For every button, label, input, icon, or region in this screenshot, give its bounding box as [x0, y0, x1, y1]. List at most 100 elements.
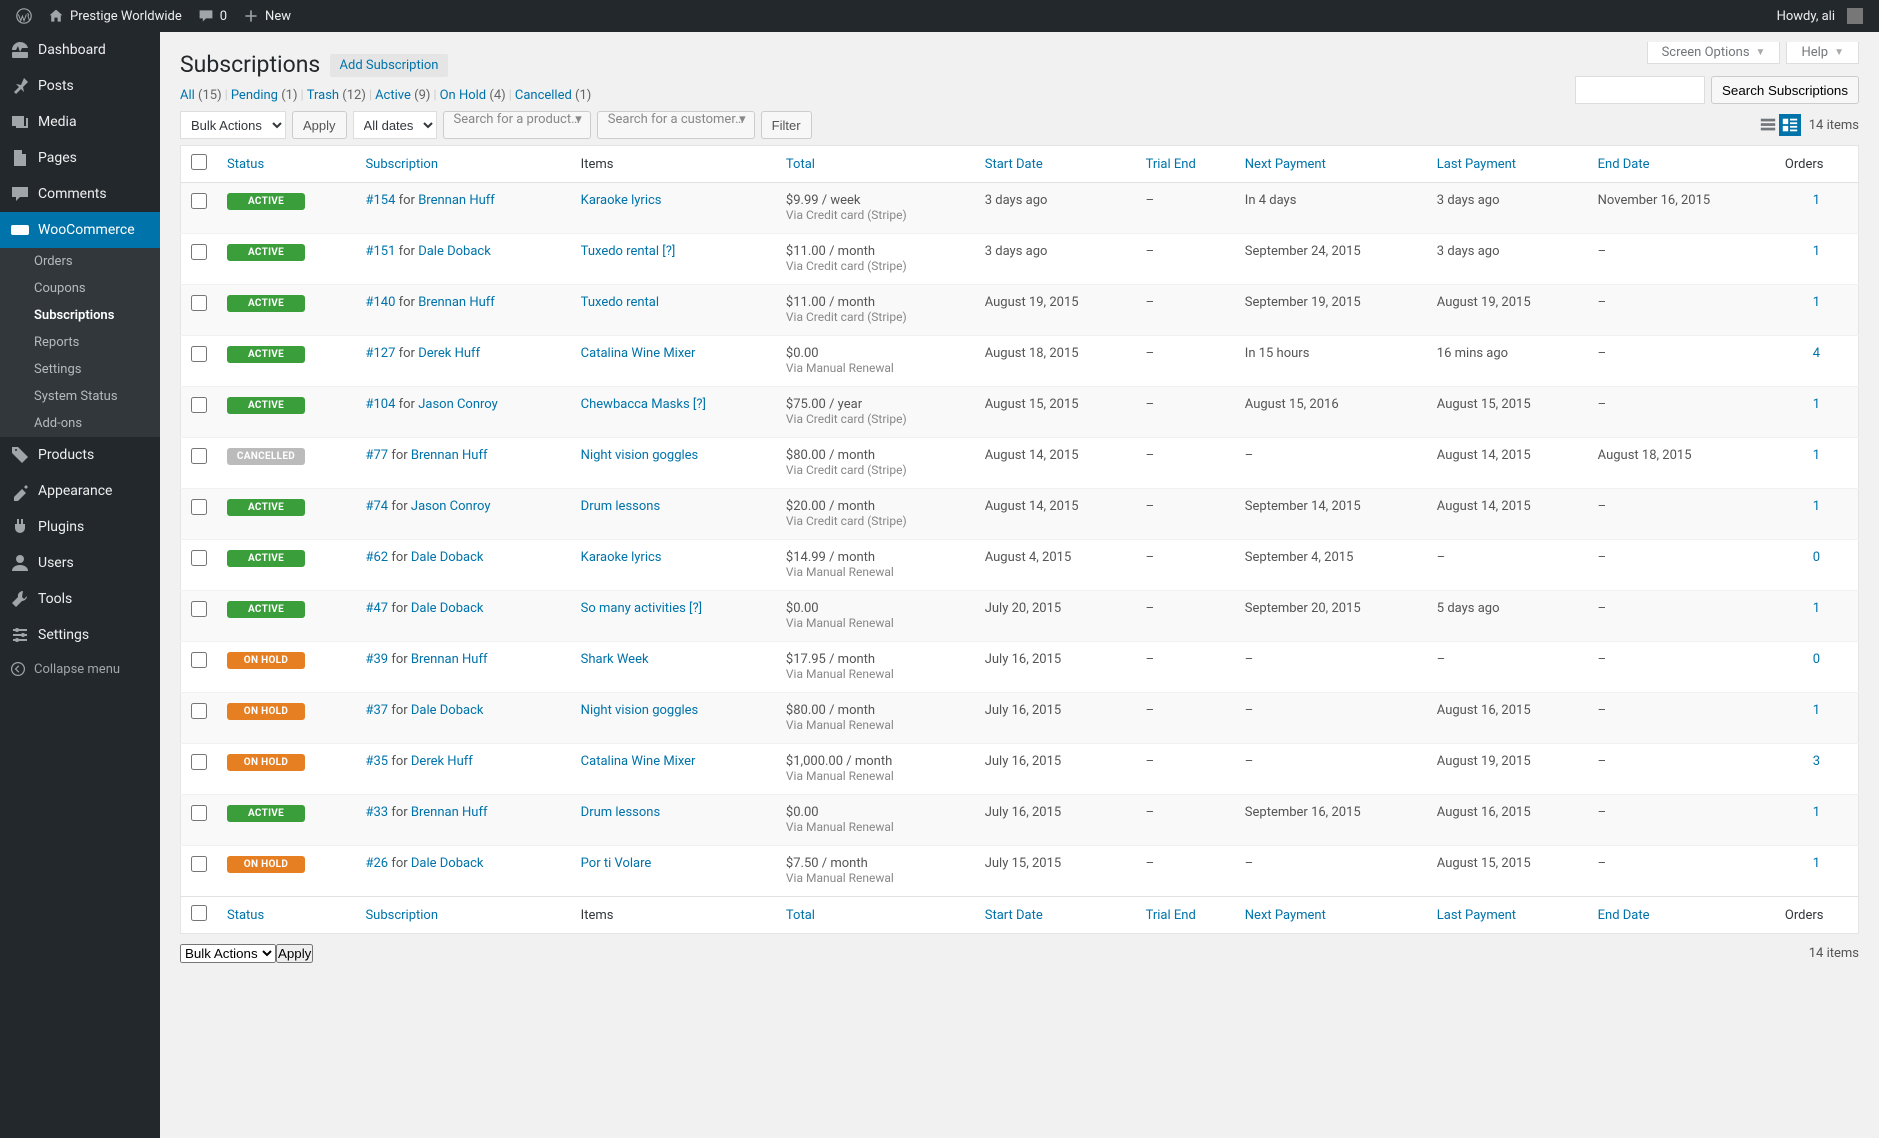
- customer-link[interactable]: Dale Doback: [411, 601, 484, 616]
- column-next-payment[interactable]: Next Payment: [1235, 146, 1427, 183]
- column-trial-end[interactable]: Trial End: [1136, 146, 1235, 183]
- menu-item-products[interactable]: Products: [0, 437, 160, 473]
- menu-item-tools[interactable]: Tools: [0, 581, 160, 617]
- item-link[interactable]: So many activities [?]: [581, 601, 702, 616]
- column-trial-end[interactable]: Trial End: [1136, 897, 1235, 934]
- apply-bulk-button-bottom[interactable]: Apply: [276, 944, 313, 963]
- item-link[interactable]: Night vision goggles: [581, 448, 699, 463]
- bulk-action-select-bottom[interactable]: Bulk Actions: [180, 944, 276, 963]
- menu-item-settings[interactable]: Settings: [0, 617, 160, 653]
- menu-item-woocommerce[interactable]: WooCommerce: [0, 212, 160, 248]
- add-subscription-button[interactable]: Add Subscription: [330, 54, 449, 77]
- column-end-date[interactable]: End Date: [1588, 146, 1775, 183]
- orders-link[interactable]: 0: [1813, 652, 1820, 667]
- orders-link[interactable]: 3: [1813, 754, 1820, 769]
- help-tab[interactable]: Help▼: [1786, 42, 1859, 64]
- select-all-checkbox[interactable]: [191, 154, 207, 170]
- customer-link[interactable]: Jason Conroy: [418, 397, 498, 412]
- user-menu[interactable]: Howdy, ali: [1769, 0, 1871, 32]
- date-filter-select[interactable]: All dates: [353, 111, 437, 139]
- view-filter-on-hold[interactable]: On Hold (4): [440, 88, 506, 103]
- submenu-item-orders[interactable]: Orders: [0, 248, 160, 275]
- orders-link[interactable]: 1: [1813, 856, 1820, 871]
- submenu-item-reports[interactable]: Reports: [0, 329, 160, 356]
- submenu-item-system-status[interactable]: System Status: [0, 383, 160, 410]
- customer-link[interactable]: Derek Huff: [418, 346, 480, 361]
- subscription-link[interactable]: #151: [365, 244, 395, 259]
- subscription-link[interactable]: #33: [365, 805, 388, 820]
- view-filter-pending[interactable]: Pending (1): [231, 88, 298, 103]
- column-subscription[interactable]: Subscription: [355, 897, 570, 934]
- subscription-link[interactable]: #37: [365, 703, 388, 718]
- column-end-date[interactable]: End Date: [1588, 897, 1775, 934]
- view-filter-trash[interactable]: Trash (12): [307, 88, 366, 103]
- orders-link[interactable]: 1: [1813, 397, 1820, 412]
- column-total[interactable]: Total: [776, 146, 975, 183]
- collapse-menu[interactable]: Collapse menu: [0, 653, 160, 685]
- customer-link[interactable]: Brennan Huff: [411, 652, 488, 667]
- customer-link[interactable]: Brennan Huff: [418, 295, 495, 310]
- item-link[interactable]: Night vision goggles: [581, 703, 699, 718]
- customer-link[interactable]: Brennan Huff: [411, 448, 488, 463]
- orders-link[interactable]: 1: [1813, 244, 1820, 259]
- item-link[interactable]: Karaoke lyrics: [581, 193, 662, 208]
- item-link[interactable]: Tuxedo rental: [581, 295, 659, 310]
- menu-item-posts[interactable]: Posts: [0, 68, 160, 104]
- column-total[interactable]: Total: [776, 897, 975, 934]
- subscription-link[interactable]: #47: [365, 601, 388, 616]
- row-checkbox[interactable]: [191, 601, 207, 617]
- item-link[interactable]: Drum lessons: [581, 499, 661, 514]
- row-checkbox[interactable]: [191, 754, 207, 770]
- filter-button[interactable]: Filter: [761, 111, 812, 139]
- row-checkbox[interactable]: [191, 346, 207, 362]
- orders-link[interactable]: 1: [1813, 703, 1820, 718]
- row-checkbox[interactable]: [191, 397, 207, 413]
- subscription-link[interactable]: #26: [365, 856, 388, 871]
- item-link[interactable]: Catalina Wine Mixer: [581, 346, 696, 361]
- subscription-link[interactable]: #39: [365, 652, 388, 667]
- view-filter-cancelled[interactable]: Cancelled (1): [515, 88, 591, 103]
- row-checkbox[interactable]: [191, 499, 207, 515]
- view-filter-all[interactable]: All (15): [180, 88, 222, 103]
- subscription-link[interactable]: #140: [365, 295, 395, 310]
- product-filter-select[interactable]: Search for a product…: [443, 111, 591, 139]
- column-status[interactable]: Status: [217, 146, 355, 183]
- orders-link[interactable]: 1: [1813, 295, 1820, 310]
- view-list-icon[interactable]: [1757, 114, 1779, 136]
- menu-item-plugins[interactable]: Plugins: [0, 509, 160, 545]
- item-link[interactable]: Karaoke lyrics: [581, 550, 662, 565]
- subscription-link[interactable]: #104: [365, 397, 395, 412]
- row-checkbox[interactable]: [191, 295, 207, 311]
- menu-item-pages[interactable]: Pages: [0, 140, 160, 176]
- orders-link[interactable]: 1: [1813, 499, 1820, 514]
- customer-link[interactable]: Derek Huff: [411, 754, 473, 769]
- subscription-link[interactable]: #154: [365, 193, 395, 208]
- submenu-item-coupons[interactable]: Coupons: [0, 275, 160, 302]
- subscription-link[interactable]: #77: [365, 448, 388, 463]
- row-checkbox[interactable]: [191, 805, 207, 821]
- row-checkbox[interactable]: [191, 550, 207, 566]
- search-input[interactable]: [1575, 76, 1705, 104]
- item-link[interactable]: Catalina Wine Mixer: [581, 754, 696, 769]
- view-excerpt-icon[interactable]: [1779, 114, 1801, 136]
- menu-item-users[interactable]: Users: [0, 545, 160, 581]
- comments-link[interactable]: 0: [190, 0, 235, 32]
- row-checkbox[interactable]: [191, 244, 207, 260]
- column-start-date[interactable]: Start Date: [975, 146, 1136, 183]
- subscription-link[interactable]: #62: [365, 550, 388, 565]
- subscription-link[interactable]: #74: [365, 499, 388, 514]
- column-last-payment[interactable]: Last Payment: [1427, 146, 1588, 183]
- column-subscription[interactable]: Subscription: [355, 146, 570, 183]
- column-status[interactable]: Status: [217, 897, 355, 934]
- subscription-link[interactable]: #127: [365, 346, 395, 361]
- menu-item-dashboard[interactable]: Dashboard: [0, 32, 160, 68]
- bulk-action-select[interactable]: Bulk Actions: [180, 111, 286, 139]
- item-link[interactable]: Por ti Volare: [581, 856, 652, 871]
- customer-link[interactable]: Dale Doback: [411, 703, 484, 718]
- item-link[interactable]: Drum lessons: [581, 805, 661, 820]
- row-checkbox[interactable]: [191, 703, 207, 719]
- row-checkbox[interactable]: [191, 652, 207, 668]
- column-last-payment[interactable]: Last Payment: [1427, 897, 1588, 934]
- customer-link[interactable]: Dale Doback: [418, 244, 491, 259]
- new-link[interactable]: New: [235, 0, 299, 32]
